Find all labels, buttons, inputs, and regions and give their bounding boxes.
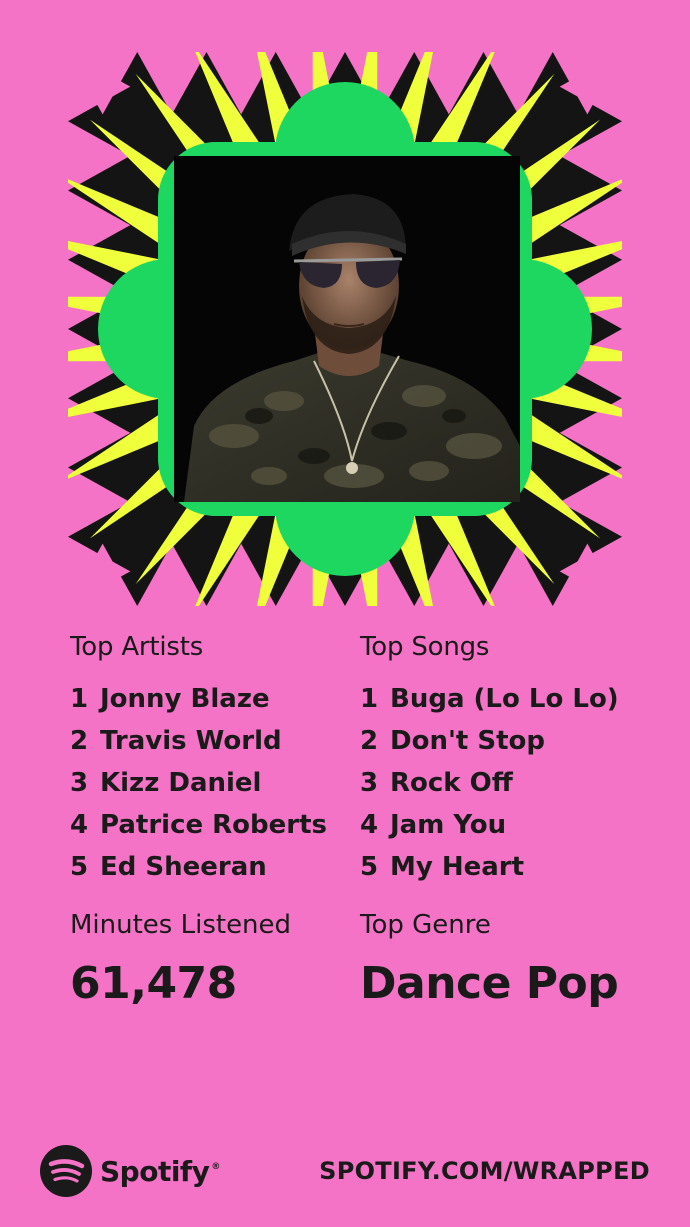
top-artists-section: Top Artists 1 Jonny Blaze 2 Travis World 3… [70, 632, 370, 1009]
top-songs-list: 1 Buga (Lo Lo Lo) 2 Don't Stop 3 Rock Off 4… [360, 678, 660, 888]
trademark-symbol: ® [211, 1162, 221, 1172]
rank-number: 3 [360, 768, 379, 798]
artist-photo [174, 156, 520, 502]
rank-number: 3 [70, 768, 89, 798]
rank-number: 4 [360, 810, 379, 840]
artist-name: Travis World [100, 726, 282, 756]
artist-name: Kizz Daniel [100, 768, 262, 798]
top-artists-list: 1 Jonny Blaze 2 Travis World 3 Kizz Daniel … [70, 678, 370, 888]
footer: Spotify ® SPOTIFY.COM/WRAPPED [40, 1144, 650, 1198]
top-songs-section: Top Songs 1 Buga (Lo Lo Lo) 2 Don't Stop 3… [360, 632, 660, 1009]
rank-number: 2 [70, 726, 89, 756]
artist-name: Ed Sheeran [100, 852, 267, 882]
list-item: 3 Kizz Daniel [70, 762, 370, 804]
artist-name: Jonny Blaze [100, 684, 270, 714]
minutes-listened-label: Minutes Listened [70, 910, 292, 940]
song-name: Jam You [390, 810, 507, 840]
list-item: 2 Don't Stop [360, 720, 660, 762]
spotify-logo-icon [40, 1145, 92, 1197]
list-item: 3 Rock Off [360, 762, 660, 804]
spotify-brand[interactable]: Spotify ® [40, 1145, 220, 1197]
song-name: Buga (Lo Lo Lo) [390, 684, 619, 714]
rank-number: 5 [360, 852, 379, 882]
minutes-listened-value: 61,478 [70, 958, 237, 1009]
artist-name: Patrice Roberts [100, 810, 328, 840]
top-genre-label: Top Genre [360, 910, 491, 940]
list-item: 5 Ed Sheeran [70, 846, 370, 888]
list-item: 1 Jonny Blaze [70, 678, 370, 720]
rank-number: 1 [70, 684, 89, 714]
song-name: Don't Stop [390, 726, 546, 756]
rank-number: 4 [70, 810, 89, 840]
list-item: 1 Buga (Lo Lo Lo) [360, 678, 660, 720]
rank-number: 2 [360, 726, 379, 756]
spotify-wordmark: Spotify [100, 1154, 210, 1188]
song-name: My Heart [390, 852, 525, 882]
top-genre-value: Dance Pop [360, 958, 619, 1009]
top-artists-label: Top Artists [70, 632, 204, 662]
list-item: 4 Jam You [360, 804, 660, 846]
rank-number: 1 [360, 684, 379, 714]
list-item: 5 My Heart [360, 846, 660, 888]
list-item: 4 Patrice Roberts [70, 804, 370, 846]
list-item: 2 Travis World [70, 720, 370, 762]
song-name: Rock Off [390, 768, 513, 798]
top-songs-label: Top Songs [360, 632, 490, 662]
rank-number: 5 [70, 852, 89, 882]
wrapped-url-link[interactable]: SPOTIFY.COM/WRAPPED [319, 1157, 650, 1185]
man-portrait-image [174, 156, 520, 502]
